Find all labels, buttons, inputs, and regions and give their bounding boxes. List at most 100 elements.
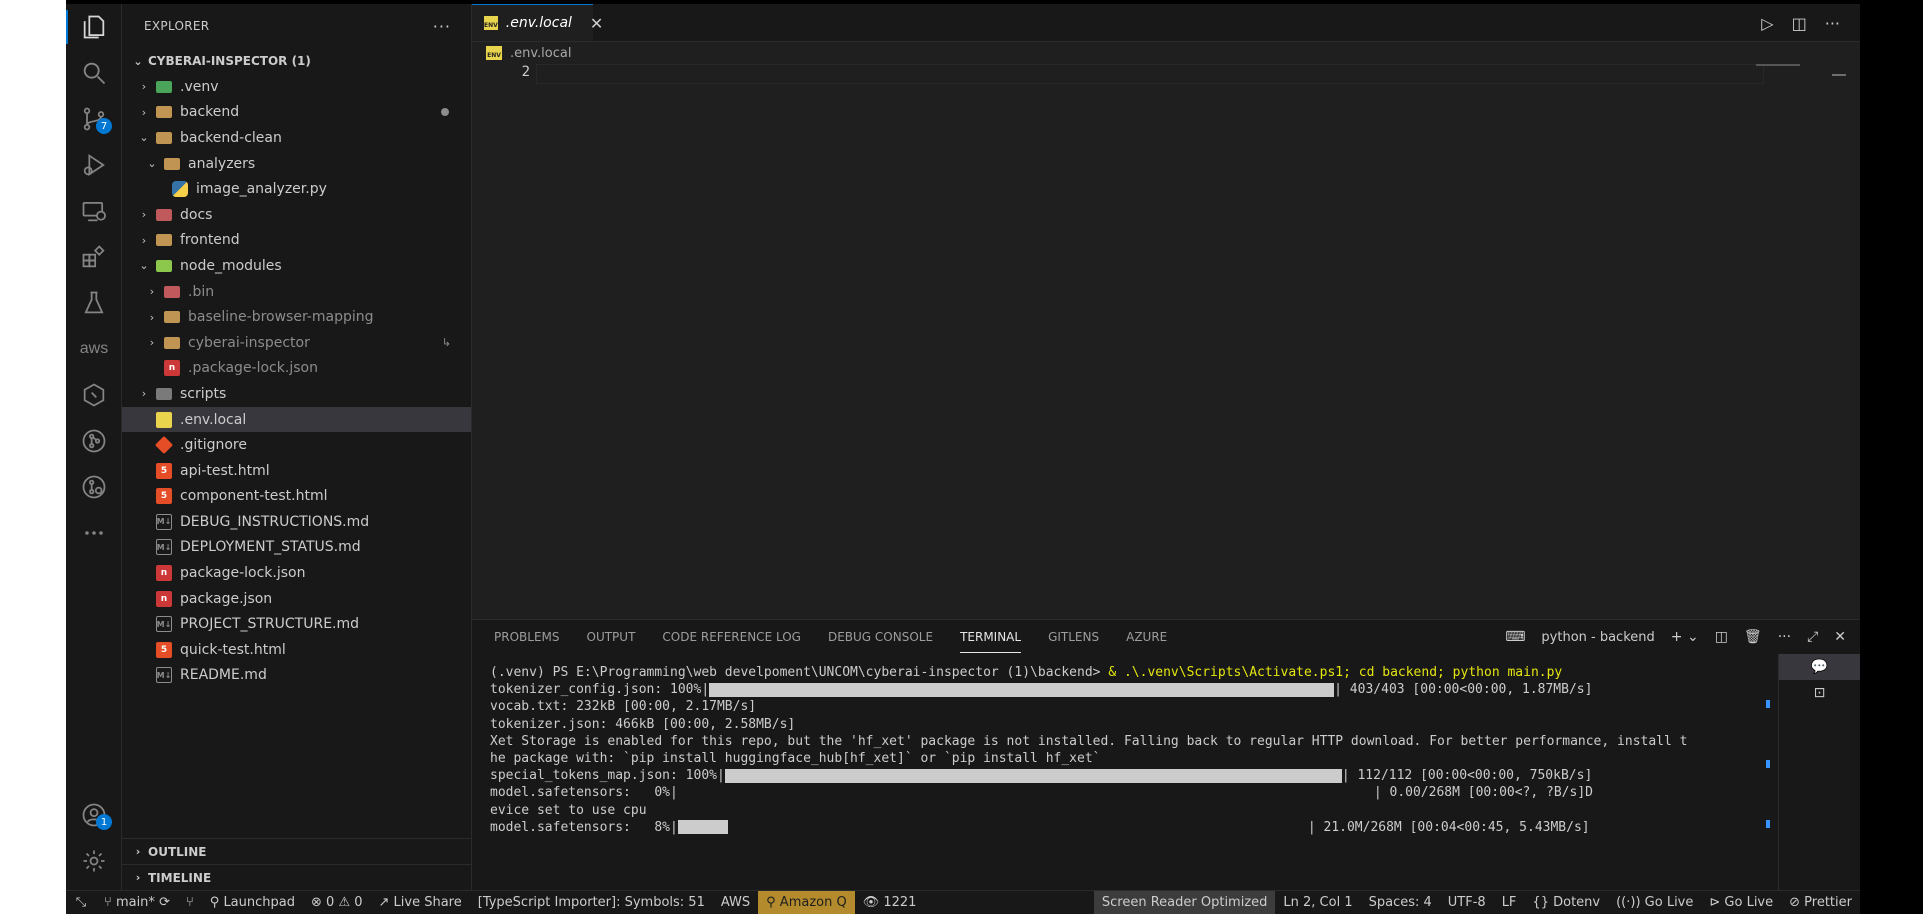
tab-debug-console[interactable]: DEBUG CONSOLE xyxy=(828,630,933,644)
branch-indicator[interactable]: ⑂ main* ⟳ xyxy=(96,891,178,914)
live-share-item[interactable]: ↗ Live Share xyxy=(371,891,470,914)
tab-code-reference-log[interactable]: CODE REFERENCE LOG xyxy=(662,630,801,644)
remote-indicator[interactable]: ⤡ xyxy=(66,891,96,914)
tree-item[interactable]: n .package-lock.json xyxy=(122,356,471,382)
tree-item[interactable]: ⌄ analyzers xyxy=(122,151,471,177)
explorer-more-button[interactable]: ··· xyxy=(433,17,451,36)
more-icon[interactable] xyxy=(66,510,122,556)
gitlens-icon[interactable] xyxy=(66,418,122,464)
tree-item-label: PROJECT_STRUCTURE.md xyxy=(180,616,360,633)
tree-item[interactable]: › baseline-browser-mapping xyxy=(122,304,471,330)
tree-item[interactable]: › frontend xyxy=(122,228,471,254)
terminal-list-item-chat[interactable]: 💬 xyxy=(1779,654,1860,680)
tree-item[interactable]: 5 quick-test.html xyxy=(122,637,471,663)
markdown-file-icon: M↓ xyxy=(156,513,172,530)
timeline-section-header[interactable]: › TIMELINE xyxy=(122,864,471,890)
cursor-position[interactable]: Ln 2, Col 1 xyxy=(1275,891,1360,914)
tree-item[interactable]: › backend xyxy=(122,100,471,126)
new-terminal-icon[interactable]: + ⌄ xyxy=(1671,629,1699,645)
problems-indicator[interactable]: ⊗ 0 ⚠ 0 xyxy=(303,891,371,914)
testing-flask-icon[interactable] xyxy=(66,280,122,326)
maximize-panel-icon[interactable]: ⤢ xyxy=(1807,629,1818,645)
split-terminal-icon[interactable]: ◫ xyxy=(1715,629,1728,645)
right-margin xyxy=(1860,4,1923,914)
split-editor-icon[interactable]: ◫ xyxy=(1792,14,1807,33)
go-live-item-2[interactable]: ⊳ Go Live xyxy=(1701,891,1781,914)
screen-reader-item[interactable]: Screen Reader Optimized xyxy=(1093,890,1276,914)
folder-icon xyxy=(164,157,180,170)
amazon-q-hex-icon[interactable] xyxy=(66,372,122,418)
tree-item[interactable]: › docs xyxy=(122,202,471,228)
accounts-icon[interactable]: 1 xyxy=(66,792,122,838)
ts-importer-item[interactable]: [TypeScript Importer]: Symbols: 51 xyxy=(470,891,713,914)
tree-item[interactable]: n package-lock.json xyxy=(122,560,471,586)
explorer-icon[interactable] xyxy=(66,4,122,50)
trash-icon[interactable]: 🗑 xyxy=(1744,629,1762,645)
tree-item[interactable]: › cyberai-inspector ↳ xyxy=(122,330,471,356)
chevron-right-icon: › xyxy=(141,387,147,401)
project-section-header[interactable]: ⌄ CYBERAI-INSPECTOR (1) xyxy=(122,48,471,74)
breadcrumb[interactable]: ENV .env.local xyxy=(472,42,1860,64)
aws-icon[interactable]: aws xyxy=(66,326,122,372)
file-tree: › .venv › backend ⌄ backend-clean ⌄ analyzers im… xyxy=(122,74,471,688)
more-actions-icon[interactable]: ··· xyxy=(1778,629,1791,645)
tab-env-local[interactable]: ENV .env.local ✕ xyxy=(472,4,603,41)
scripts-folder-icon xyxy=(156,387,172,400)
remote-explorer-icon[interactable] xyxy=(66,188,122,234)
language-mode[interactable]: {} Dotenv xyxy=(1524,891,1608,914)
tab-output[interactable]: OUTPUT xyxy=(587,630,636,644)
tab-terminal[interactable]: TERMINAL xyxy=(960,630,1022,653)
prettier-item[interactable]: ⊘ Prettier xyxy=(1781,891,1860,914)
launchpad-item[interactable]: ⚲ Launchpad xyxy=(202,891,303,914)
tree-item-label: .gitignore xyxy=(180,437,247,454)
tree-item[interactable]: › .venv xyxy=(122,74,471,100)
amazon-q-item[interactable]: ⚲ Amazon Q xyxy=(758,890,855,914)
tree-item[interactable]: M↓ DEPLOYMENT_STATUS.md xyxy=(122,535,471,561)
run-debug-icon[interactable] xyxy=(66,142,122,188)
tree-item[interactable]: › .bin xyxy=(122,279,471,305)
more-actions-icon[interactable]: ··· xyxy=(1825,14,1840,33)
terminal-icon: ⊡ xyxy=(1813,685,1826,701)
status-right: Screen Reader Optimized Ln 2, Col 1 Spac… xyxy=(1093,890,1860,914)
terminal-chat-icon[interactable]: ⌨ xyxy=(1505,629,1525,645)
tab-problems[interactable]: PROBLEMS xyxy=(494,630,560,644)
progress-bar-special-tokens xyxy=(724,768,1342,783)
tree-item[interactable]: .env.local xyxy=(122,406,471,433)
gitlens-graph-icon[interactable]: ⑂ xyxy=(178,891,202,914)
tree-item[interactable]: 5 api-test.html xyxy=(122,458,471,484)
tree-item[interactable]: ⌄ backend-clean xyxy=(122,125,471,151)
tab-azure[interactable]: AZURE xyxy=(1126,630,1167,644)
tree-item[interactable]: image_analyzer.py xyxy=(122,176,471,202)
editor-scrollbar[interactable] xyxy=(1832,74,1846,76)
aws-item[interactable]: AWS xyxy=(713,891,758,914)
terminal-list-item-shell[interactable]: ⊡ xyxy=(1779,680,1860,706)
extensions-icon[interactable] xyxy=(66,234,122,280)
close-panel-icon[interactable]: ✕ xyxy=(1834,629,1846,645)
indentation[interactable]: Spaces: 4 xyxy=(1361,891,1440,914)
encoding[interactable]: UTF-8 xyxy=(1440,891,1494,914)
views-item[interactable]: 👁 1221 xyxy=(855,891,925,914)
source-control-icon[interactable]: 7 xyxy=(66,96,122,142)
run-icon[interactable]: ▷ xyxy=(1761,14,1773,33)
tree-item[interactable]: M↓ README.md xyxy=(122,663,471,689)
tree-item[interactable]: 5 component-test.html xyxy=(122,484,471,510)
go-live-item-1[interactable]: ((·)) Go Live xyxy=(1608,891,1701,914)
close-icon[interactable]: ✕ xyxy=(590,14,603,33)
tree-item[interactable]: M↓ PROJECT_STRUCTURE.md xyxy=(122,611,471,637)
folder-icon xyxy=(156,106,172,119)
end-of-line[interactable]: LF xyxy=(1494,891,1525,914)
terminal-name[interactable]: python - backend xyxy=(1541,630,1654,645)
search-icon[interactable] xyxy=(66,50,122,96)
tab-gitlens[interactable]: GITLENS xyxy=(1048,630,1099,644)
tree-item[interactable]: M↓ DEBUG_INSTRUCTIONS.md xyxy=(122,509,471,535)
settings-gear-icon[interactable] xyxy=(66,838,122,884)
tree-item[interactable]: n package.json xyxy=(122,586,471,612)
tree-item[interactable]: › scripts xyxy=(122,381,471,407)
outline-section-header[interactable]: › OUTLINE xyxy=(122,838,471,864)
tree-item[interactable]: ⌄ node_modules xyxy=(122,253,471,279)
tree-item[interactable]: .gitignore xyxy=(122,432,471,458)
gitlens-inspect-icon[interactable] xyxy=(66,464,122,510)
minimap[interactable] xyxy=(1756,64,1800,66)
code-editor[interactable]: 2 xyxy=(472,64,1860,564)
terminal-output[interactable]: (.venv) PS E:\Programming\web develpomen… xyxy=(472,654,1762,890)
